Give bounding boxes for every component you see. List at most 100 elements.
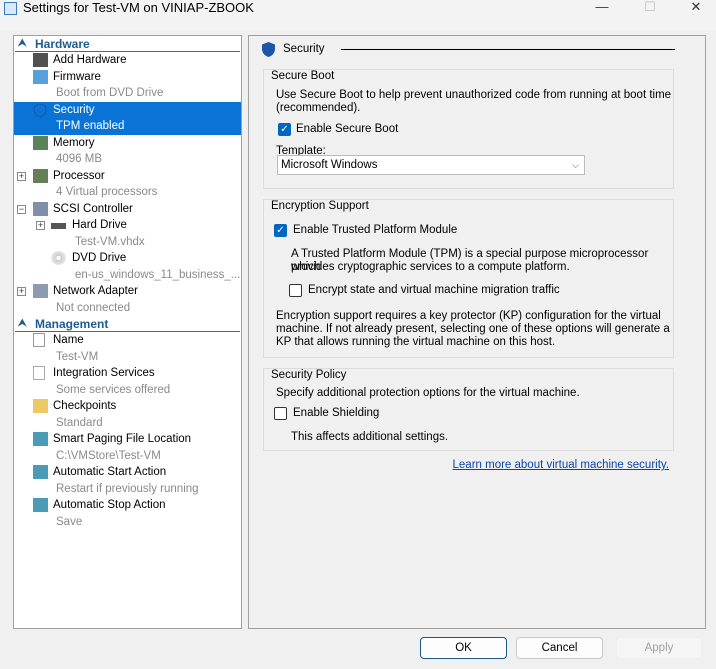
firmware-icon [33,69,48,84]
tree-item-name[interactable]: Name Test-VM [14,332,241,365]
policy-description: Specify additional protection options fo… [276,387,580,399]
enable-shielding-label[interactable]: Enable Shielding [293,407,379,420]
hardware-group-header[interactable]: ⮝ Hardware [15,36,240,52]
cancel-button[interactable]: Cancel [516,637,603,659]
tree-item-detail: 4096 MB [56,153,103,165]
tree-item-add-hardware[interactable]: Add Hardware [14,52,241,69]
enable-secure-boot-checkbox[interactable]: ✓ [278,123,291,136]
tree-item-label: Firmware [53,70,101,83]
tree-item-hard-drive[interactable]: + Hard Drive Test-VM.vhdx [14,217,241,250]
tree-item-dvd-drive[interactable]: DVD Drive en-us_windows_11_business_... [14,250,241,283]
auto-start-icon [33,465,48,479]
tree-item-memory[interactable]: Memory 4096 MB [14,135,241,168]
tree-item-checkpoints[interactable]: Checkpoints Standard [14,398,241,431]
section-title: Security [283,42,331,56]
collapse-chevron-icon: ⮝ [18,318,27,329]
group-title: Encryption Support [271,200,369,212]
apply-button[interactable]: Apply [616,637,702,659]
chevron-down-icon: ⌵ [572,160,579,170]
hard-drive-icon [51,223,66,229]
maximize-button[interactable]: ☐ [630,0,670,16]
dvd-drive-icon [51,251,66,265]
tree-item-label: Smart Paging File Location [53,433,192,445]
header-divider [341,49,675,50]
encrypt-traffic-checkbox[interactable] [289,284,302,297]
scsi-controller-icon [33,201,48,216]
shield-icon [262,42,275,57]
collapse-chevron-icon: ⮝ [18,38,27,49]
secure-boot-description-2: (recommended). [276,102,361,114]
section-header: Security [261,41,675,59]
settings-window-icon [4,2,17,15]
tree-item-security[interactable]: Security TPM enabled [14,101,241,135]
tree-item-scsi-controller[interactable]: − SCSI Controller [14,201,241,218]
tree-item-label: DVD Drive [72,252,127,264]
tpm-description-2: provides cryptographic services to a com… [291,261,570,273]
tree-item-label: Integration Services [53,367,155,379]
tree-item-label: Processor [53,169,105,182]
processor-icon [33,168,48,183]
group-title: Secure Boot [271,70,335,82]
encryption-support-group: Encryption Support ✓ Enable Trusted Plat… [263,199,674,358]
minimize-button[interactable]: — [582,0,622,16]
tree-item-integration-services[interactable]: Integration Services Some services offere… [14,365,241,398]
management-group-header[interactable]: ⮝ Management [15,316,240,332]
integration-services-icon [33,366,45,380]
tree-item-detail: 4 Virtual processors [56,186,158,198]
shielding-note: This affects additional settings. [291,431,449,443]
tree-item-detail: Test-VM.vhdx [75,235,145,248]
checkpoints-icon [33,399,48,413]
tree-item-label: Memory [53,136,95,149]
tree-item-detail: Restart if previously running [56,482,199,495]
tree-item-detail: Boot from DVD Drive [56,87,164,99]
memory-icon [33,135,48,150]
tree-item-automatic-stop-action[interactable]: Automatic Stop Action Save [14,497,241,530]
tree-item-label: Checkpoints [53,400,117,412]
settings-tree: ⮝ Hardware Add Hardware Firmware Boot from … [13,35,242,629]
enable-tpm-label[interactable]: Enable Trusted Platform Module [293,224,457,237]
group-title: Security Policy [271,369,347,381]
tree-item-detail: en-us_windows_11_business_... [75,268,241,281]
tree-item-detail: Test-VM [56,350,99,363]
enable-shielding-checkbox[interactable] [274,407,287,420]
ok-button[interactable]: OK [420,637,507,659]
enable-tpm-checkbox[interactable]: ✓ [274,224,287,237]
tree-item-detail: C:\VMStore\Test-VM [56,449,161,462]
enable-secure-boot-label[interactable]: Enable Secure Boot [296,123,398,136]
security-settings-panel: Security Secure Boot Use Secure Boot to … [248,35,706,629]
add-hardware-icon [33,53,48,67]
expand-icon[interactable]: + [36,221,45,230]
secure-boot-description: Use Secure Boot to help prevent unauthor… [276,89,672,101]
smart-paging-icon [33,432,48,446]
tree-item-detail: Some services offered [56,383,171,396]
tree-item-processor[interactable]: + Processor 4 Virtual processors [14,168,241,201]
network-adapter-icon [33,284,48,298]
tree-item-firmware[interactable]: Firmware Boot from DVD Drive [14,69,241,102]
template-dropdown[interactable]: Microsoft Windows ⌵ [277,155,585,175]
tree-item-label: Network Adapter [53,285,139,297]
secure-boot-group: Secure Boot Use Secure Boot to help prev… [263,69,674,189]
expand-icon[interactable]: + [17,171,26,181]
kp-description: Encryption support requires a key protec… [276,310,661,322]
tree-item-detail: Standard [56,416,103,429]
tree-item-smart-paging-file-location[interactable]: Smart Paging File Location C:\VMStore\Tes… [14,431,241,464]
name-icon [33,333,45,347]
expand-icon[interactable]: + [17,287,26,296]
close-button[interactable]: ✕ [676,0,716,16]
tree-item-label: Name [53,334,84,346]
tree-item-label: Add Hardware [53,54,127,66]
tree-item-automatic-start-action[interactable]: Automatic Start Action Restart if previou… [14,464,241,497]
shield-icon [33,102,48,118]
learn-more-link[interactable]: Learn more about virtual machine securit… [453,459,669,471]
template-value: Microsoft Windows [281,159,378,171]
tree-item-network-adapter[interactable]: + Network Adapter Not connected [14,283,241,316]
tree-item-detail: Not connected [56,301,131,314]
hardware-label: Hardware [35,37,90,51]
tree-item-detail: TPM enabled [56,120,125,132]
kp-description-3: KP that allows running the virtual machi… [276,336,556,348]
management-label: Management [35,317,109,331]
collapse-icon[interactable]: − [17,204,26,214]
security-policy-group: Security Policy Specify additional prote… [263,368,674,451]
encrypt-traffic-label[interactable]: Encrypt state and virtual machine migrat… [308,284,560,297]
auto-stop-icon [33,498,48,512]
